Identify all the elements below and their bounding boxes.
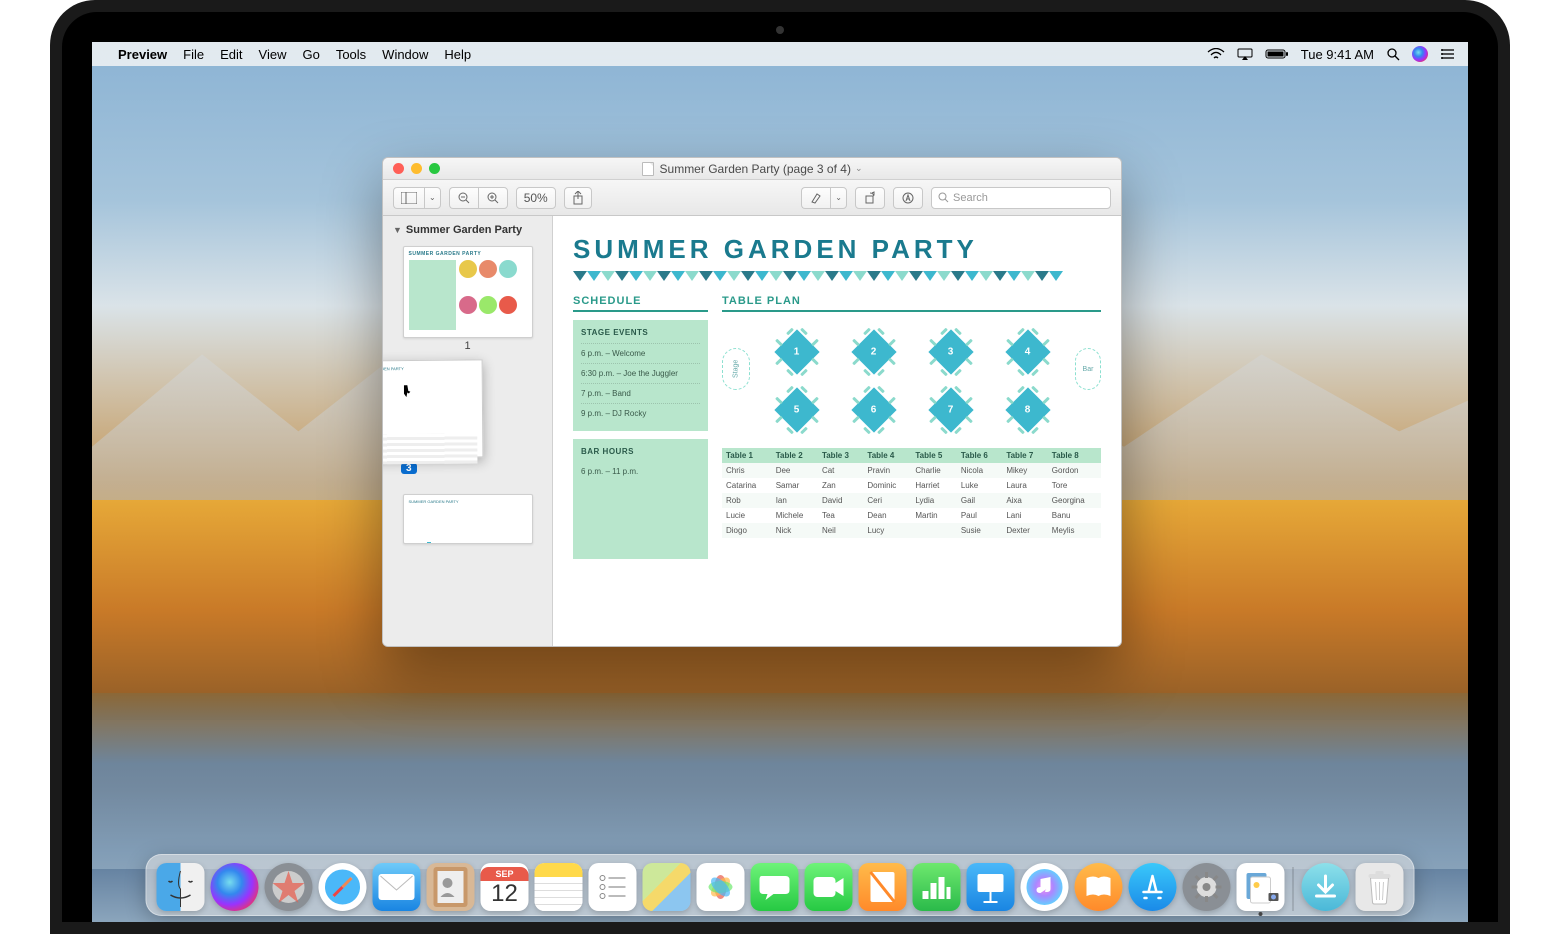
table-layout: Stage Bar 1234 5678 <box>722 320 1101 440</box>
markup-button[interactable] <box>893 187 923 209</box>
zoom-button[interactable] <box>429 163 440 174</box>
sidebar-document-header[interactable]: ▼Summer Garden Party <box>393 222 542 242</box>
menu-help[interactable]: Help <box>444 47 471 62</box>
tableplan-heading: TABLE PLAN <box>722 295 1101 312</box>
zoom-level[interactable]: 50% <box>516 187 556 209</box>
dock-preview[interactable] <box>1237 863 1285 911</box>
dock-reminders[interactable] <box>589 863 637 911</box>
minimize-button[interactable] <box>411 163 422 174</box>
bar-circle: Bar <box>1075 348 1101 390</box>
dock-finder[interactable] <box>157 863 205 911</box>
menu-tools[interactable]: Tools <box>336 47 366 62</box>
wifi-icon[interactable] <box>1207 48 1225 60</box>
app-menu[interactable]: Preview <box>118 47 167 62</box>
close-button[interactable] <box>393 163 404 174</box>
thumbnail-page-1[interactable]: SUMMER GARDEN PARTY <box>403 246 533 338</box>
dock-facetime[interactable] <box>805 863 853 911</box>
search-field[interactable]: Search <box>931 187 1111 209</box>
thumbnail-sidebar: ▼Summer Garden Party SUMMER GARDEN PARTY <box>383 216 553 646</box>
dock-pages[interactable] <box>859 863 907 911</box>
dock-launchpad[interactable] <box>265 863 313 911</box>
thumbnail-page-dragging[interactable]: SUMMER GARDEN PARTY <box>383 359 483 458</box>
thumbnail-selected-badge: 3 <box>401 463 417 474</box>
bunting-decoration <box>573 271 1101 285</box>
dock-appstore[interactable] <box>1129 863 1177 911</box>
dock-separator <box>1293 867 1294 911</box>
dock-messages[interactable] <box>751 863 799 911</box>
thumbnail-1-label: 1 <box>393 340 542 352</box>
dock-ibooks[interactable] <box>1075 863 1123 911</box>
stage-events-box: STAGE EVENTS 6 p.m. – Welcome 6:30 p.m. … <box>573 320 708 431</box>
menubar: Preview File Edit View Go Tools Window H… <box>92 42 1468 66</box>
menubar-clock[interactable]: Tue 9:41 AM <box>1301 47 1374 62</box>
menu-go[interactable]: Go <box>302 47 319 62</box>
menu-edit[interactable]: Edit <box>220 47 242 62</box>
window-title: Summer Garden Party (page 3 of 4) <box>660 162 851 176</box>
toolbar: ⌄ 50% ⌄ Search <box>383 180 1121 216</box>
dock-downloads[interactable] <box>1302 863 1350 911</box>
zoom-in-button[interactable] <box>478 187 508 209</box>
dock-mail[interactable] <box>373 863 421 911</box>
notification-center-icon[interactable] <box>1440 48 1456 60</box>
title-chevron-icon[interactable]: ⌄ <box>855 163 863 174</box>
highlight-button[interactable] <box>801 187 830 209</box>
battery-icon[interactable] <box>1265 48 1289 60</box>
rotate-button[interactable] <box>855 187 885 209</box>
document-canvas[interactable]: SUMMER GARDEN PARTY SCHEDULE STAGE EVENT… <box>553 216 1121 646</box>
preview-window: Summer Garden Party (page 3 of 4) ⌄ ⌄ 50… <box>382 157 1122 647</box>
stage-circle: Stage <box>722 348 750 390</box>
dock-calendar[interactable]: SEP12 <box>481 863 529 911</box>
dock-trash[interactable] <box>1356 863 1404 911</box>
dock-itunes[interactable] <box>1021 863 1069 911</box>
menu-file[interactable]: File <box>183 47 204 62</box>
dock-keynote[interactable] <box>967 863 1015 911</box>
highlight-dropdown[interactable]: ⌄ <box>830 187 847 209</box>
view-mode-dropdown[interactable]: ⌄ <box>424 187 441 209</box>
spotlight-icon[interactable] <box>1386 47 1400 61</box>
guest-table: Table 1Table 2Table 3Table 4Table 5Table… <box>722 448 1101 538</box>
document-proxy-icon[interactable] <box>642 162 654 176</box>
dock: SEP12 <box>146 854 1415 916</box>
share-button[interactable] <box>564 187 592 209</box>
search-placeholder: Search <box>953 192 988 204</box>
thumbnail-page-4[interactable]: SUMMER GARDEN PARTY <box>403 494 533 544</box>
dock-contacts[interactable] <box>427 863 475 911</box>
schedule-heading: SCHEDULE <box>573 295 708 312</box>
menu-view[interactable]: View <box>259 47 287 62</box>
dock-numbers[interactable] <box>913 863 961 911</box>
siri-icon[interactable] <box>1412 46 1428 62</box>
titlebar[interactable]: Summer Garden Party (page 3 of 4) ⌄ <box>383 158 1121 180</box>
zoom-out-button[interactable] <box>449 187 478 209</box>
airplay-icon[interactable] <box>1237 48 1253 60</box>
view-mode-button[interactable] <box>393 187 424 209</box>
doc-title: SUMMER GARDEN PARTY <box>573 234 1101 265</box>
dock-notes[interactable] <box>535 863 583 911</box>
dock-safari[interactable] <box>319 863 367 911</box>
dock-system-preferences[interactable] <box>1183 863 1231 911</box>
dock-siri[interactable] <box>211 863 259 911</box>
dock-photos[interactable] <box>697 863 745 911</box>
dock-maps[interactable] <box>643 863 691 911</box>
menu-window[interactable]: Window <box>382 47 428 62</box>
bar-hours-box: BAR HOURS 6 p.m. – 11 p.m. <box>573 439 708 559</box>
